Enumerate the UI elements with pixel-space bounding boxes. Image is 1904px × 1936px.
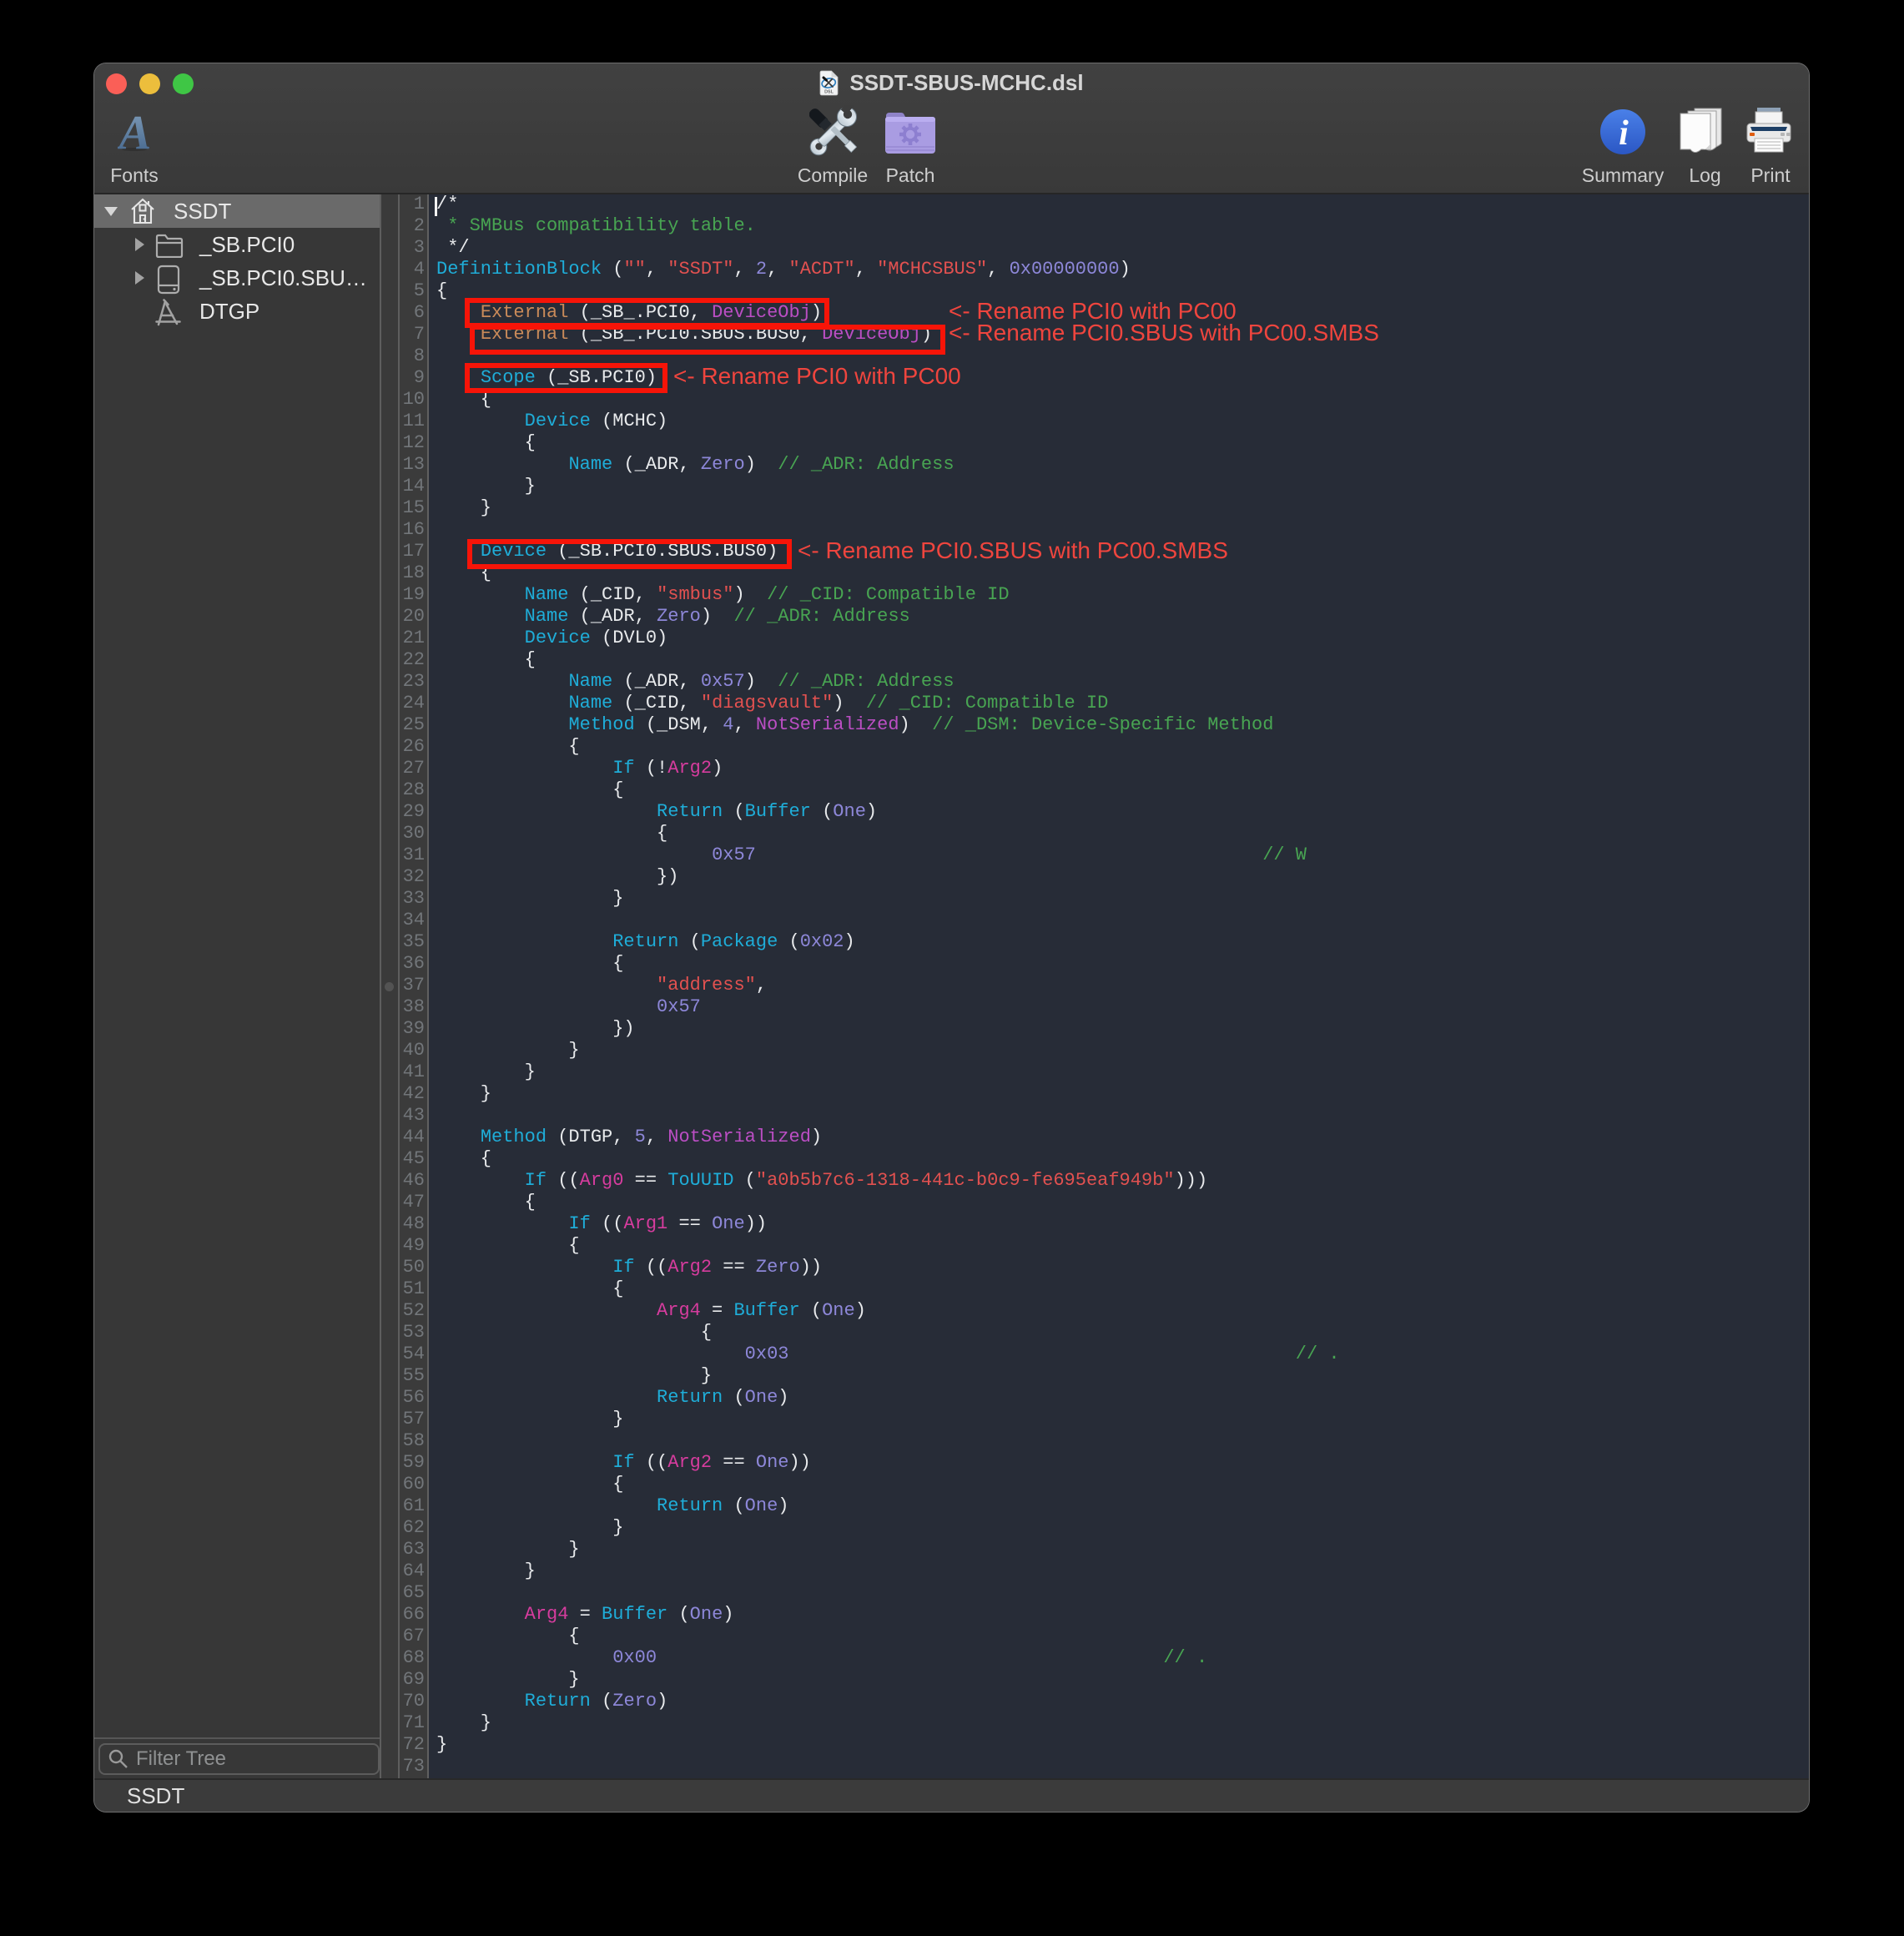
- svg-text:DSL: DSL: [824, 89, 834, 94]
- svg-text:i: i: [1619, 114, 1629, 153]
- svg-text:A: A: [118, 113, 151, 152]
